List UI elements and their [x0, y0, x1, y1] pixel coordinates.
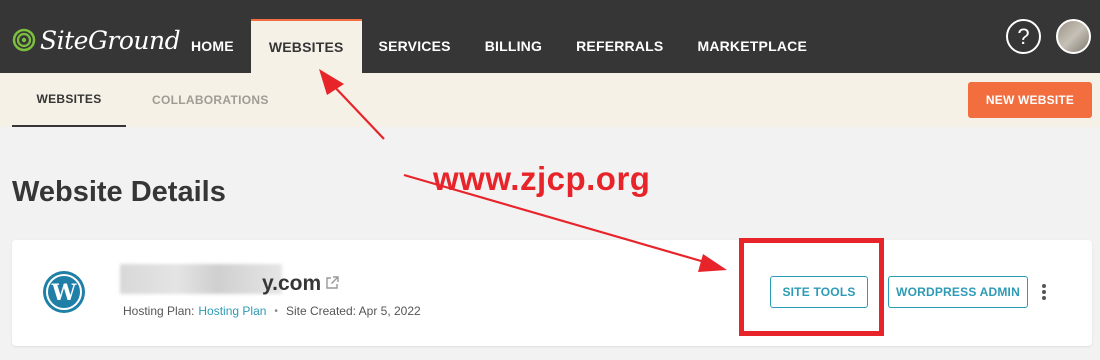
- hosting-plan-label: Hosting Plan:: [123, 304, 195, 318]
- nav-marketplace[interactable]: MARKETPLACE: [680, 19, 824, 73]
- watermark-text: www.zjcp.org: [433, 160, 651, 197]
- help-icon[interactable]: ?: [1006, 19, 1041, 54]
- wordpress-icon: W: [43, 271, 85, 313]
- siteground-logo[interactable]: SiteGround: [12, 24, 181, 56]
- top-nav-bar: SiteGround HOME WEBSITES SERVICES BILLIN…: [0, 0, 1100, 73]
- page-title: Website Details: [12, 176, 226, 208]
- hosting-plan-link[interactable]: Hosting Plan: [198, 304, 266, 318]
- meta-separator: •: [274, 305, 278, 317]
- site-created-date: Site Created: Apr 5, 2022: [285, 304, 421, 318]
- logo-text: SiteGround: [40, 25, 181, 55]
- website-card: W y.com Hosting Plan: Hosting Plan • Sit…: [12, 240, 1092, 346]
- subtab-websites[interactable]: WEBSITES: [12, 73, 126, 127]
- site-meta: Hosting Plan: Hosting Plan • Site Create…: [123, 304, 421, 318]
- more-options-icon[interactable]: [1040, 282, 1048, 302]
- siteground-logo-icon: [12, 28, 36, 52]
- nav-billing[interactable]: BILLING: [468, 19, 559, 73]
- subtab-collaborations[interactable]: COLLABORATIONS: [152, 73, 269, 127]
- wordpress-admin-button[interactable]: WORDPRESS ADMIN: [888, 276, 1028, 308]
- avatar[interactable]: [1056, 19, 1091, 54]
- site-domain[interactable]: y.com: [262, 272, 321, 296]
- new-website-button[interactable]: NEW WEBSITE: [968, 82, 1092, 118]
- nav-home[interactable]: HOME: [174, 19, 251, 73]
- nav-services[interactable]: SERVICES: [362, 19, 468, 73]
- svg-text:W: W: [51, 280, 77, 306]
- main-nav: HOME WEBSITES SERVICES BILLING REFERRALS…: [174, 19, 824, 73]
- nav-referrals[interactable]: REFERRALS: [559, 19, 680, 73]
- nav-websites[interactable]: WEBSITES: [250, 19, 362, 73]
- redacted-domain-mask: [120, 264, 282, 294]
- external-link-icon[interactable]: [325, 276, 339, 290]
- annotation-highlight-box: [739, 238, 884, 336]
- sub-nav-bar: WEBSITES COLLABORATIONS NEW WEBSITE: [0, 73, 1100, 127]
